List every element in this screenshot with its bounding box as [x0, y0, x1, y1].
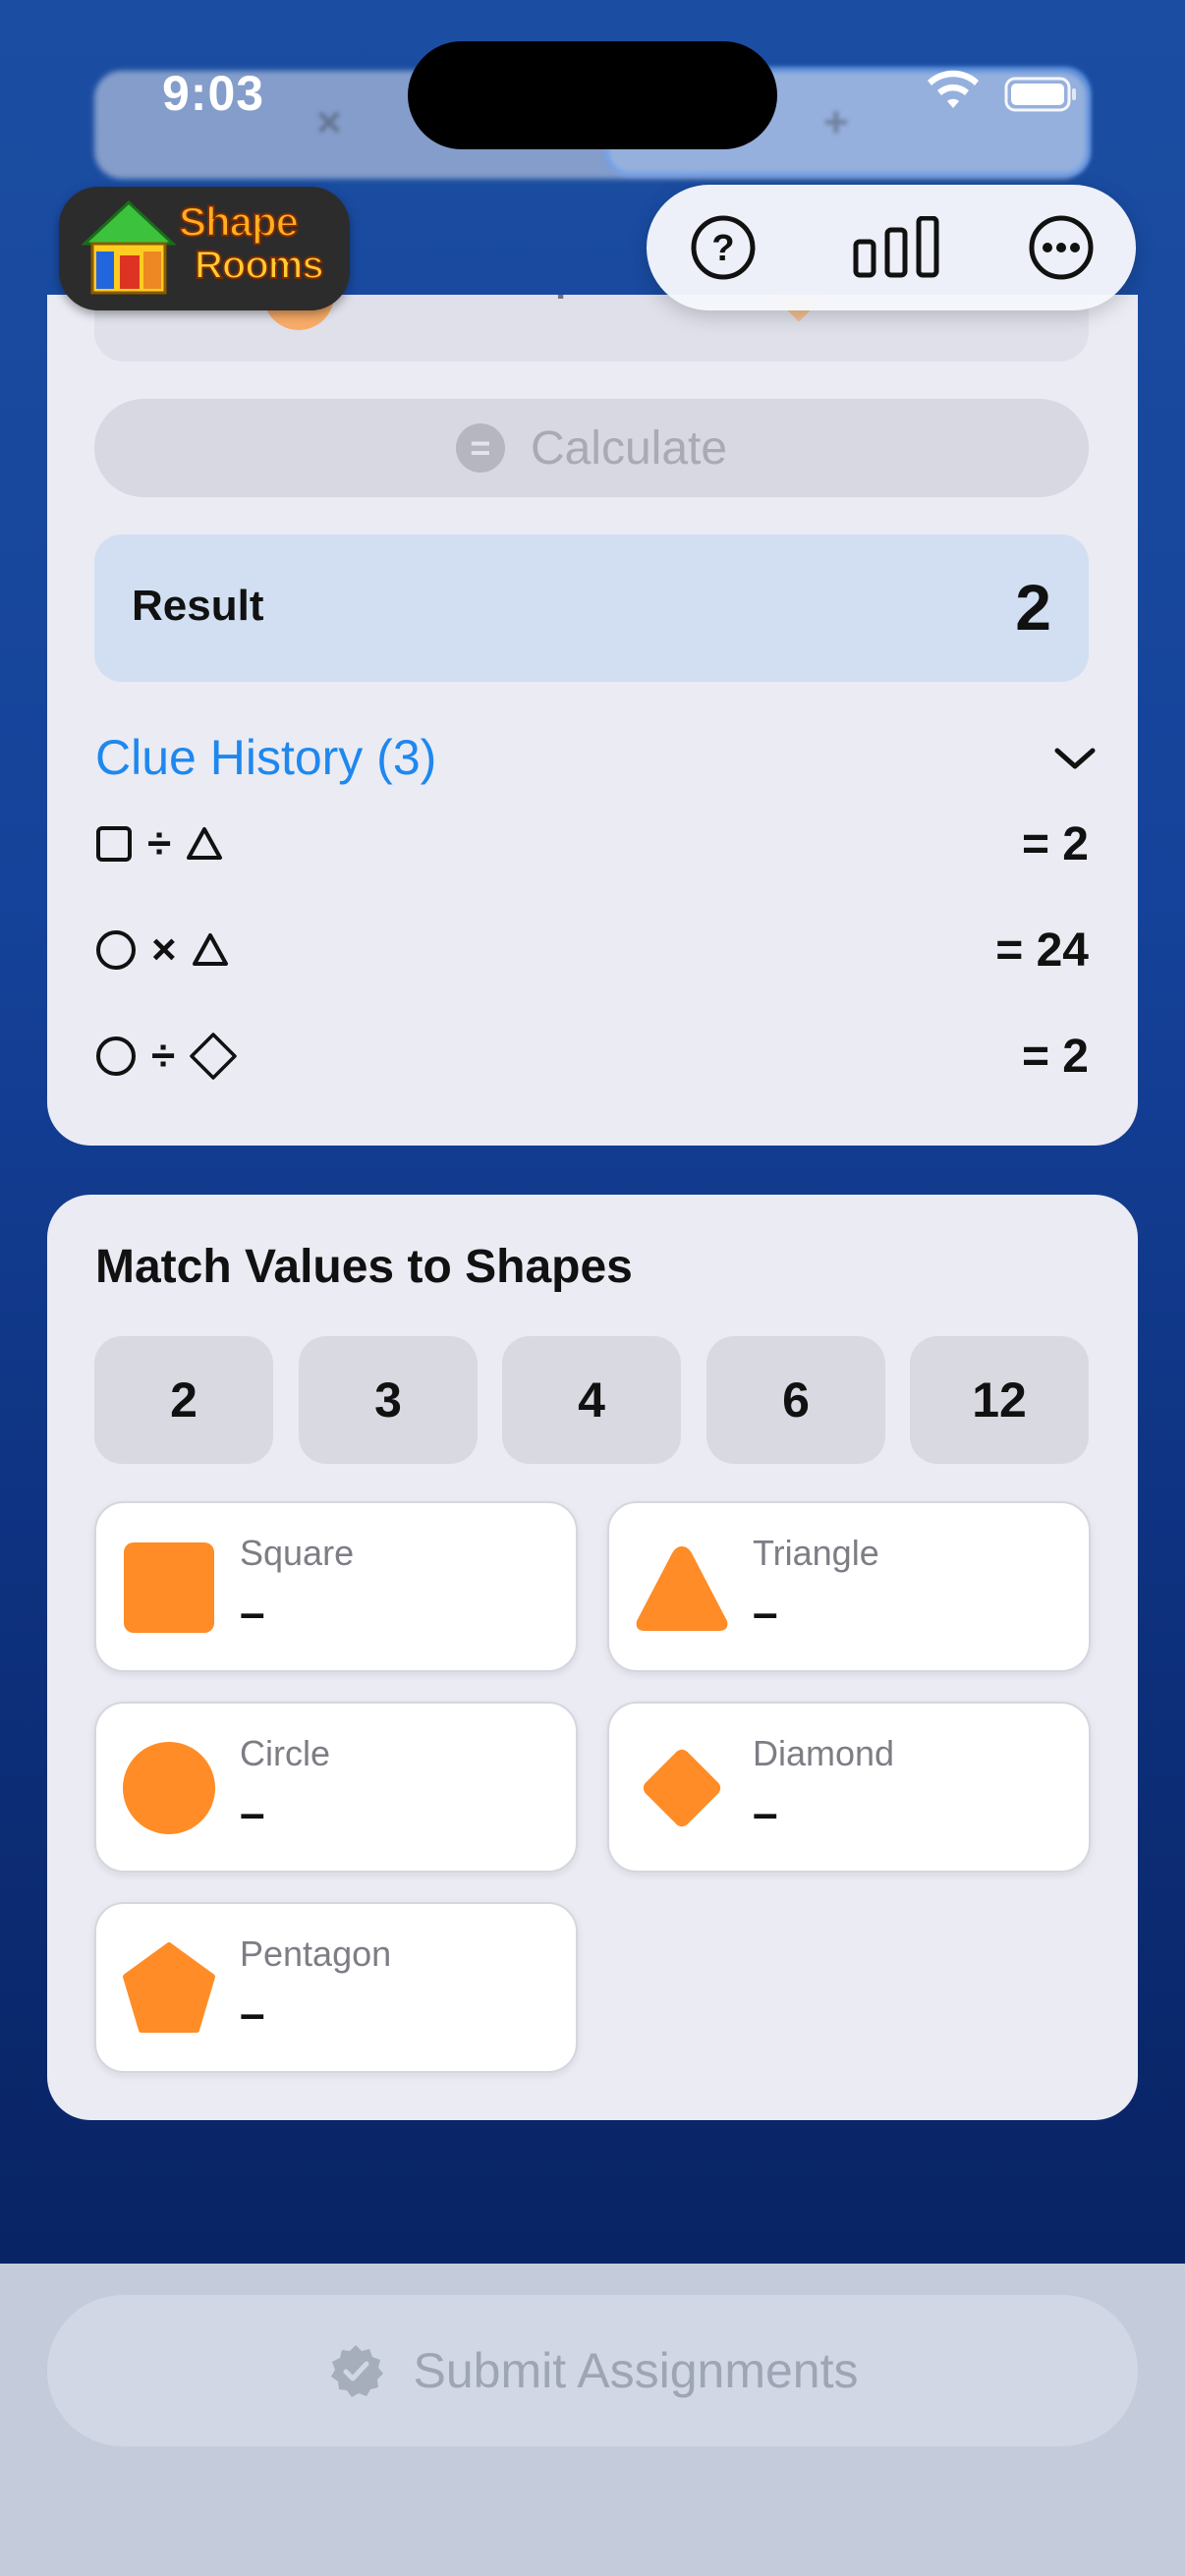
triangle-outline-icon: [192, 933, 228, 966]
more-button[interactable]: [1020, 206, 1102, 289]
house-logo-icon: [81, 199, 177, 295]
clue-row: × = 24: [94, 918, 1089, 986]
shape-slot-circle[interactable]: Circle –: [94, 1702, 578, 1873]
value-chip[interactable]: 6: [706, 1336, 885, 1464]
ghost-plus-glyph: +: [823, 98, 849, 146]
shape-value: –: [240, 1787, 265, 1838]
result-label: Result: [132, 582, 264, 630]
status-icons: [924, 69, 1081, 118]
diamond-outline-icon: [190, 1033, 237, 1080]
value-chip[interactable]: 3: [299, 1336, 478, 1464]
svg-text:÷: ÷: [548, 295, 573, 312]
submit-label: Submit Assignments: [413, 2343, 859, 2398]
stats-button[interactable]: [849, 206, 943, 289]
shape-slot-pentagon[interactable]: Pentagon –: [94, 1902, 578, 2073]
shape-value: –: [753, 1787, 778, 1838]
shape-value: –: [240, 1988, 265, 2039]
wifi-icon: [928, 70, 979, 108]
question-circle-icon: ?: [691, 215, 756, 280]
calculate-button[interactable]: = Calculate: [94, 399, 1089, 497]
clue-history-toggle[interactable]: Clue History (3): [95, 729, 436, 786]
shape-slot-triangle[interactable]: Triangle –: [607, 1501, 1091, 1672]
bar-chart-icon: [853, 216, 939, 278]
shape-name: Square: [240, 1533, 355, 1573]
triangle-outline-icon: [187, 827, 223, 860]
result-box: Result 2: [94, 534, 1089, 682]
diamond-icon: [643, 1749, 721, 1827]
clue-operator: ×: [151, 925, 177, 974]
clue-row: ÷ = 2: [94, 812, 1089, 880]
match-title: Match Values to Shapes: [95, 1241, 633, 1293]
svg-text:?: ?: [711, 228, 734, 269]
help-button[interactable]: ?: [682, 206, 764, 289]
shape-name: Circle: [240, 1733, 331, 1773]
calculate-label: Calculate: [530, 421, 728, 475]
value-chip[interactable]: 12: [910, 1336, 1089, 1464]
logo-text-rooms: Rooms: [194, 243, 325, 288]
value-chip[interactable]: 4: [502, 1336, 681, 1464]
submit-assignments-button[interactable]: Submit Assignments: [47, 2295, 1138, 2446]
equals-icon: =: [455, 423, 505, 473]
checkmark-seal-icon: [330, 2345, 383, 2397]
clue-result: = 2: [1021, 818, 1089, 870]
value-chip[interactable]: 2: [94, 1336, 273, 1464]
chevron-down-icon[interactable]: [1053, 745, 1097, 772]
shape-slot-square[interactable]: Square –: [94, 1501, 578, 1672]
battery-icon: [1004, 77, 1076, 112]
clue-result: = 2: [1021, 1031, 1089, 1083]
circle-outline-icon: [96, 1036, 136, 1076]
shape-slot-diamond[interactable]: Diamond –: [607, 1702, 1091, 1873]
ghost-times-glyph: ×: [316, 98, 342, 146]
ellipsis-circle-icon: [1029, 215, 1094, 280]
status-time: 9:03: [162, 66, 265, 121]
square-outline-icon: [96, 826, 132, 862]
clue-operator: ÷: [151, 1032, 176, 1080]
toolbar-pill: ?: [647, 185, 1136, 310]
circle-outline-icon: [96, 930, 136, 970]
pentagon-icon: [123, 1942, 215, 2033]
circle-icon: [123, 1742, 215, 1834]
result-value: 2: [1015, 571, 1051, 644]
clue-result: = 24: [995, 924, 1089, 977]
triangle-icon: [636, 1546, 728, 1631]
shape-value: –: [240, 1587, 265, 1638]
shape-value: –: [753, 1587, 778, 1638]
dynamic-island: [408, 41, 777, 149]
shape-name: Triangle: [753, 1533, 879, 1573]
app-logo: Shape Rooms: [59, 187, 350, 310]
clue-operator: ÷: [147, 819, 172, 868]
clue-row: ÷ = 2: [94, 1024, 1089, 1092]
square-icon: [124, 1542, 214, 1633]
shape-name: Pentagon: [240, 1933, 392, 1974]
logo-text-shape: Shape: [178, 197, 300, 246]
shape-name: Diamond: [753, 1733, 895, 1773]
